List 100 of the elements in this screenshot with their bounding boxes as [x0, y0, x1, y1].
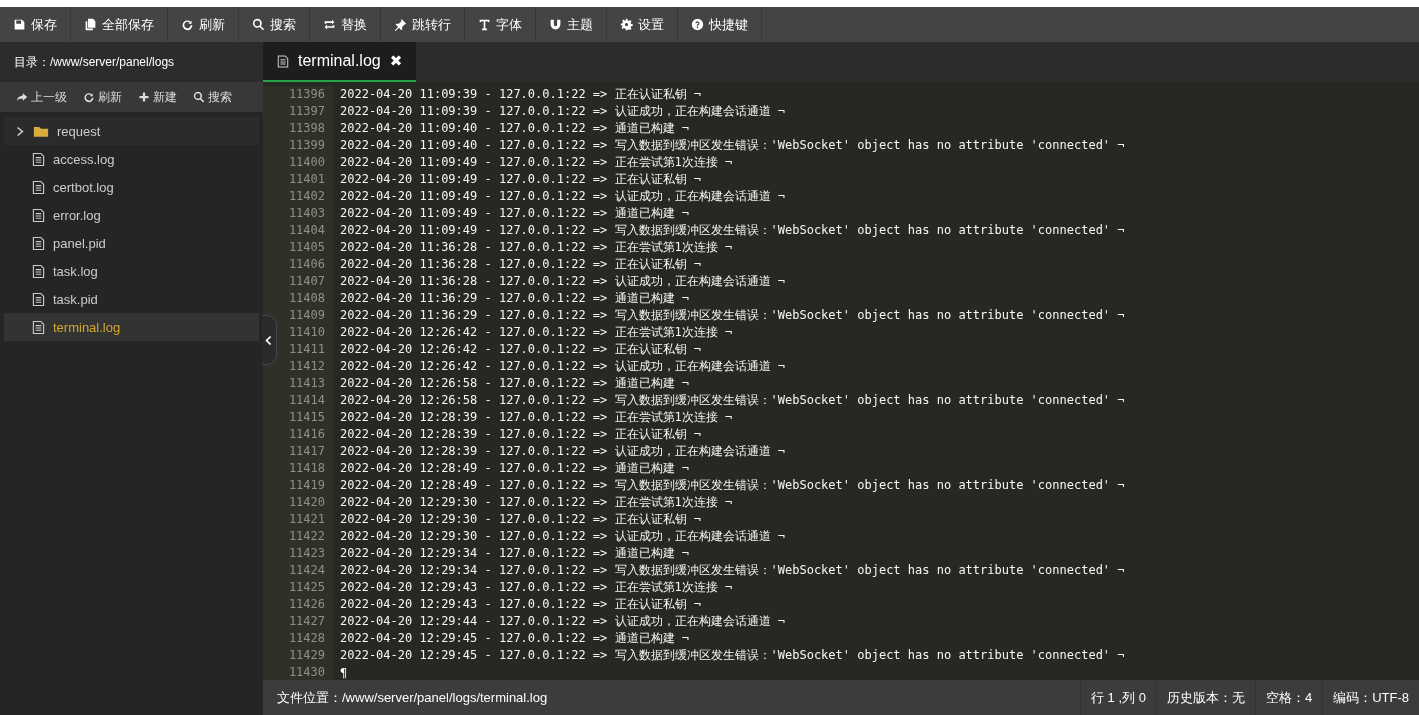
line-number: 11403	[263, 205, 333, 222]
refresh-icon	[83, 91, 95, 103]
search-icon	[193, 91, 205, 103]
plus-icon	[138, 91, 150, 103]
code-line: 2022-04-20 12:28:39 - 127.0.0.1:22 => 认证成功，正在构建会话通道 ¬	[339, 443, 785, 460]
copy-icon	[84, 18, 97, 31]
line-number: 11398	[263, 120, 333, 137]
code-line: 2022-04-20 12:28:39 - 127.0.0.1:22 => 正在认证私钥 ¬	[339, 426, 701, 443]
file-item[interactable]: panel.pid	[4, 229, 259, 257]
indent-setting: 空格：4	[1254, 680, 1323, 715]
line-number: 11420	[263, 494, 333, 511]
code-line: 2022-04-20 12:28:49 - 127.0.0.1:22 => 写入数据到缓冲区发生错误：'WebSocket' object has no attribute 'connected' ¬	[339, 477, 1125, 494]
line-number: 11413	[263, 375, 333, 392]
close-button[interactable]: ✖	[389, 52, 403, 70]
code-line: 2022-04-20 12:26:42 - 127.0.0.1:22 => 认证成功，正在构建会话通道 ¬	[339, 358, 785, 375]
line-number: 11397	[263, 103, 333, 120]
encoding: 编码：UTF-8	[1322, 680, 1419, 715]
file-location: 文件位置：/www/server/panel/logs/terminal.log	[276, 688, 548, 707]
line-number: 11402	[263, 188, 333, 205]
text-icon	[478, 18, 491, 31]
share-arrow-icon	[16, 91, 28, 103]
code-line: ¶	[339, 665, 348, 680]
code-line: 2022-04-20 11:09:49 - 127.0.0.1:22 => 通道已构建 ¬	[339, 205, 689, 222]
sidebar-action[interactable]: 刷新	[79, 88, 126, 106]
code-line: 2022-04-20 11:09:49 - 127.0.0.1:22 => 认证成功，正在构建会话通道 ¬	[339, 188, 785, 205]
document-icon	[32, 151, 45, 167]
code-line: 2022-04-20 11:36:28 - 127.0.0.1:22 => 认证成功，正在构建会话通道 ¬	[339, 273, 785, 290]
code-line: 2022-04-20 12:28:49 - 127.0.0.1:22 => 通道已构建 ¬	[339, 460, 689, 477]
line-number: 11399	[263, 137, 333, 154]
code-line: 2022-04-20 12:29:30 - 127.0.0.1:22 => 正在尝试第1次连接 ¬	[339, 494, 733, 511]
line-number: 11400	[263, 154, 333, 171]
line-number: 11418	[263, 460, 333, 477]
line-number: 11423	[263, 545, 333, 562]
sidebar-action[interactable]: 新建	[134, 88, 181, 106]
search-icon	[252, 18, 265, 31]
editor-tab[interactable]: terminal.log ✖	[263, 42, 417, 82]
code-line: 2022-04-20 11:36:29 - 127.0.0.1:22 => 写入数据到缓冲区发生错误：'WebSocket' object has no attribute 'connected' ¬	[339, 307, 1125, 324]
document-icon	[32, 207, 45, 223]
line-number: 11421	[263, 511, 333, 528]
directory-path: 目录：/www/server/panel/logs	[0, 42, 263, 82]
document-icon	[32, 235, 45, 251]
line-number: 11427	[263, 613, 333, 630]
document-icon	[32, 319, 45, 335]
code-line: 2022-04-20 11:09:49 - 127.0.0.1:22 => 正在认证私钥 ¬	[339, 171, 701, 188]
file-item[interactable]: error.log	[4, 201, 259, 229]
code-line: 2022-04-20 12:29:34 - 127.0.0.1:22 => 写入数据到缓冲区发生错误：'WebSocket' object has no attribute 'connected' ¬	[339, 562, 1125, 579]
line-number: 11407	[263, 273, 333, 290]
code-line: 2022-04-20 12:29:30 - 127.0.0.1:22 => 认证成功，正在构建会话通道 ¬	[339, 528, 785, 545]
line-number: 11428	[263, 630, 333, 647]
file-item[interactable]: access.log	[4, 145, 259, 173]
line-number: 11406	[263, 256, 333, 273]
settings-icon	[620, 18, 633, 31]
code-line: 2022-04-20 11:09:39 - 127.0.0.1:22 => 认证成功，正在构建会话通道 ¬	[339, 103, 785, 120]
file-item[interactable]: request	[4, 117, 259, 145]
sidebar-action[interactable]: 搜索	[189, 88, 236, 106]
code-line: 2022-04-20 12:29:44 - 127.0.0.1:22 => 认证成功，正在构建会话通道 ¬	[339, 613, 785, 630]
code-line: 2022-04-20 11:36:28 - 127.0.0.1:22 => 正在认证私钥 ¬	[339, 256, 701, 273]
code-line: 2022-04-20 12:26:58 - 127.0.0.1:22 => 通道已构建 ¬	[339, 375, 689, 392]
code-line: 2022-04-20 11:09:40 - 127.0.0.1:22 => 写入数据到缓冲区发生错误：'WebSocket' object has no attribute 'connected' ¬	[339, 137, 1125, 154]
magnet-icon	[549, 18, 562, 31]
code-line: 2022-04-20 12:26:42 - 127.0.0.1:22 => 正在认证私钥 ¬	[339, 341, 701, 358]
line-number: 11405	[263, 239, 333, 256]
line-number: 11425	[263, 579, 333, 596]
file-item[interactable]: task.log	[4, 257, 259, 285]
code-line: 2022-04-20 12:29:45 - 127.0.0.1:22 => 写入数据到缓冲区发生错误：'WebSocket' object has no attribute 'connected' ¬	[339, 647, 1125, 664]
code-line: 2022-04-20 12:29:30 - 127.0.0.1:22 => 正在认证私钥 ¬	[339, 511, 701, 528]
line-number: 11396	[263, 86, 333, 103]
refresh-icon	[181, 18, 194, 31]
document-icon	[32, 179, 45, 195]
save-icon	[13, 18, 26, 31]
line-number: 11424	[263, 562, 333, 579]
line-number: 11419	[263, 477, 333, 494]
file-item[interactable]: terminal.log	[4, 313, 259, 341]
code-editor[interactable]	[263, 82, 1419, 680]
code-line: 2022-04-20 11:09:39 - 127.0.0.1:22 => 正在认证私钥 ¬	[339, 86, 701, 103]
code-line: 2022-04-20 11:36:28 - 127.0.0.1:22 => 正在尝试第1次连接 ¬	[339, 239, 733, 256]
code-line: 2022-04-20 11:09:49 - 127.0.0.1:22 => 正在尝试第1次连接 ¬	[339, 154, 733, 171]
code-line: 2022-04-20 12:26:58 - 127.0.0.1:22 => 写入数据到缓冲区发生错误：'WebSocket' object has no attribute 'connected' ¬	[339, 392, 1125, 409]
line-number: 11430	[263, 664, 333, 680]
document-icon	[277, 53, 289, 69]
code-line: 2022-04-20 12:26:42 - 127.0.0.1:22 => 正在尝试第1次连接 ¬	[339, 324, 733, 341]
sidebar-action[interactable]: 上一级	[12, 88, 71, 106]
code-line: 2022-04-20 11:36:29 - 127.0.0.1:22 => 通道已构建 ¬	[339, 290, 689, 307]
line-number: 11412	[263, 358, 333, 375]
line-number: 11417	[263, 443, 333, 460]
collapse-handle[interactable]	[262, 315, 277, 365]
line-number: 11429	[263, 647, 333, 664]
code-line: 2022-04-20 12:28:39 - 127.0.0.1:22 => 正在尝试第1次连接 ¬	[339, 409, 733, 426]
code-line: 2022-04-20 11:09:40 - 127.0.0.1:22 => 通道已构建 ¬	[339, 120, 689, 137]
file-item[interactable]: task.pid	[4, 285, 259, 313]
line-number: 11404	[263, 222, 333, 239]
line-number: 11426	[263, 596, 333, 613]
code-line: 2022-04-20 11:09:49 - 127.0.0.1:22 => 写入数据到缓冲区发生错误：'WebSocket' object has no attribute 'connected' ¬	[339, 222, 1125, 239]
line-number: 11416	[263, 426, 333, 443]
replace-icon	[323, 18, 336, 31]
pin-icon	[394, 18, 407, 31]
line-number: 11408	[263, 290, 333, 307]
file-item[interactable]: certbot.log	[4, 173, 259, 201]
code-line: 2022-04-20 12:29:45 - 127.0.0.1:22 => 通道已构建 ¬	[339, 630, 689, 647]
line-number: 11422	[263, 528, 333, 545]
